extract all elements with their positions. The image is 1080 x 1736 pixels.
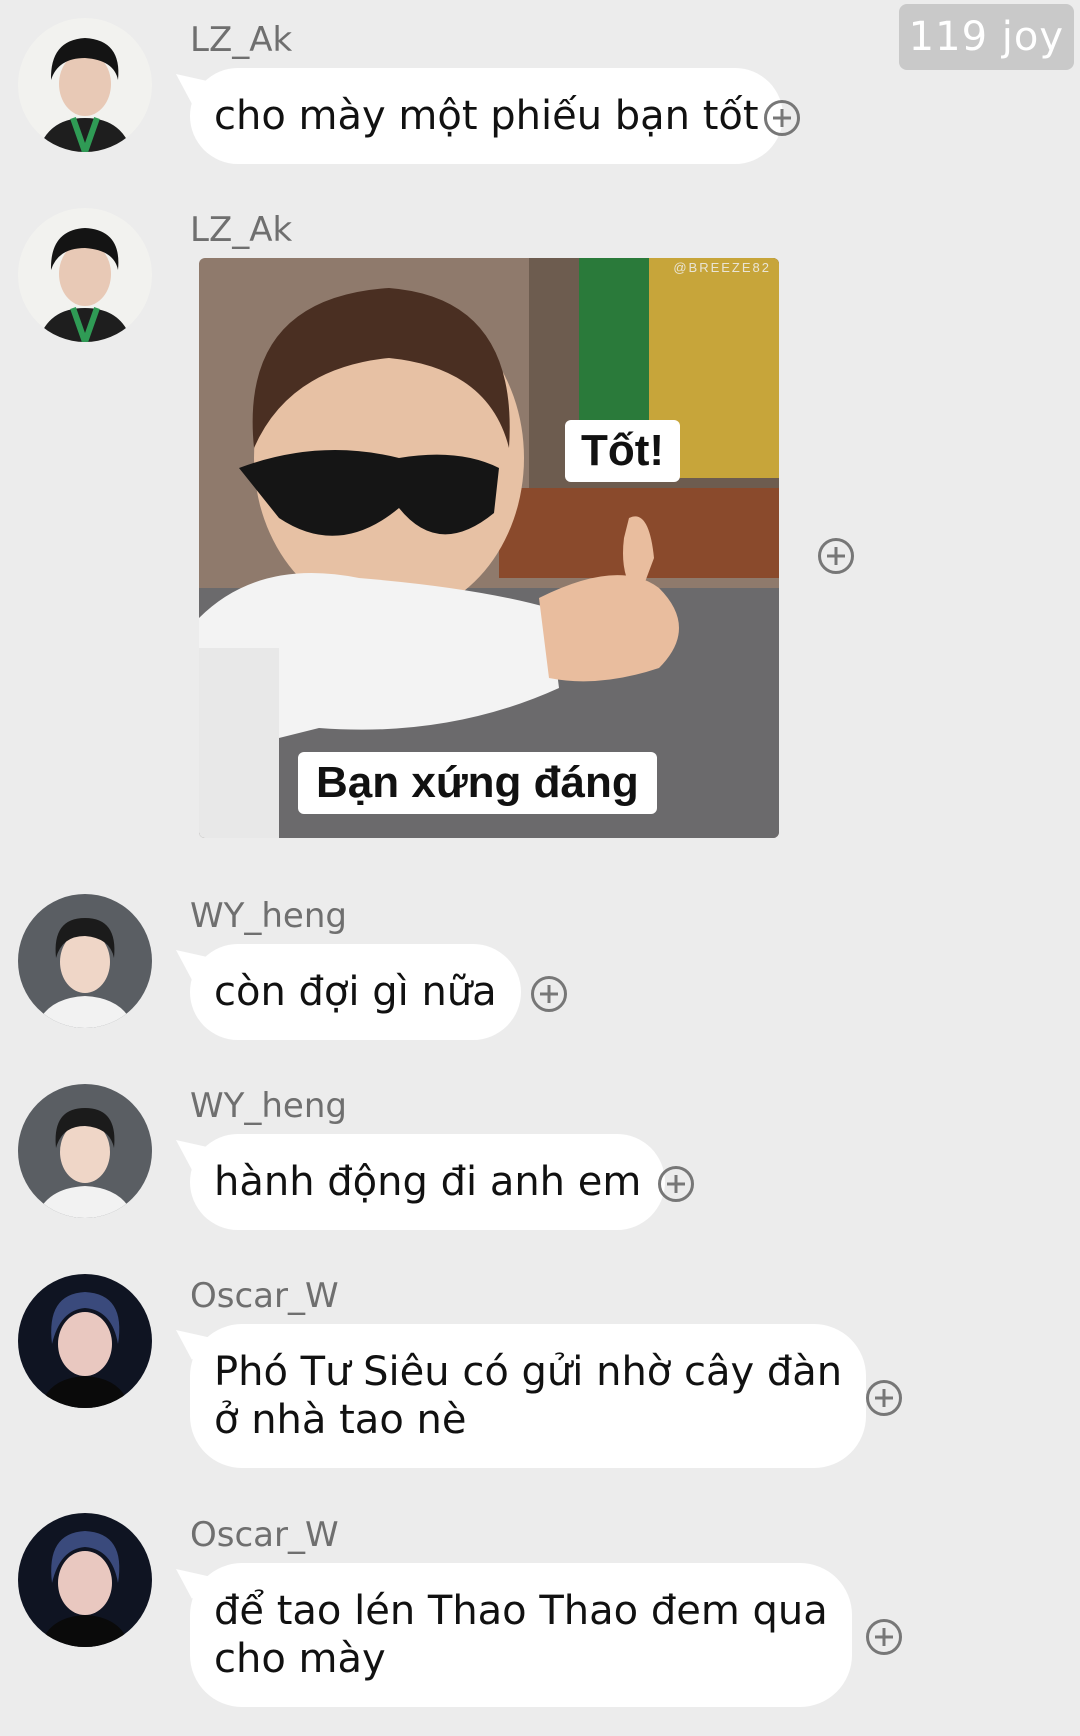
avatar-oscar-w-icon [18,1274,152,1408]
message-bubble[interactable]: cho mày một phiếu bạn tốt [190,68,783,164]
sender-name: Oscar_W [190,1276,339,1316]
avatar[interactable] [18,894,152,1028]
sticker-caption-bottom: Bạn xứng đáng [298,752,657,814]
sender-name: LZ_Ak [190,20,293,60]
counter-badge: 119 joy [898,4,1074,70]
sender-name: WY_heng [190,896,347,936]
sticker-caption-top: Tốt! [565,420,681,482]
plus-circle-icon[interactable] [866,1380,902,1416]
message-bubble[interactable]: để tao lén Thao Thao đem qua cho mày [190,1563,852,1707]
sticker-photo [199,258,779,838]
plus-circle-icon[interactable] [866,1619,902,1655]
sticker-watermark: @BREEZE82 [673,260,771,275]
avatar[interactable] [18,1274,152,1408]
sender-name: WY_heng [190,1086,347,1126]
plus-circle-icon[interactable] [658,1166,694,1202]
avatar-lz-ak-icon [18,18,152,152]
avatar-oscar-w-icon [18,1513,152,1647]
sticker-image[interactable]: @BREEZE82 Tốt! Bạn xứng đáng [199,258,779,838]
avatar[interactable] [18,18,152,152]
message-bubble[interactable]: Phó Tư Siêu có gửi nhờ cây đàn ở nhà tao… [190,1324,867,1468]
message-bubble[interactable]: còn đợi gì nữa [190,944,521,1040]
avatar-lz-ak-icon [18,208,152,342]
plus-circle-icon[interactable] [531,976,567,1012]
sender-name: LZ_Ak [190,210,293,250]
avatar[interactable] [18,208,152,342]
plus-circle-icon[interactable] [818,538,854,574]
message-bubble[interactable]: hành động đi anh em [190,1134,666,1230]
avatar-wy-heng-icon [18,1084,152,1218]
sender-name: Oscar_W [190,1515,339,1555]
avatar-wy-heng-icon [18,894,152,1028]
plus-circle-icon[interactable] [764,100,800,136]
avatar[interactable] [18,1513,152,1647]
avatar[interactable] [18,1084,152,1218]
